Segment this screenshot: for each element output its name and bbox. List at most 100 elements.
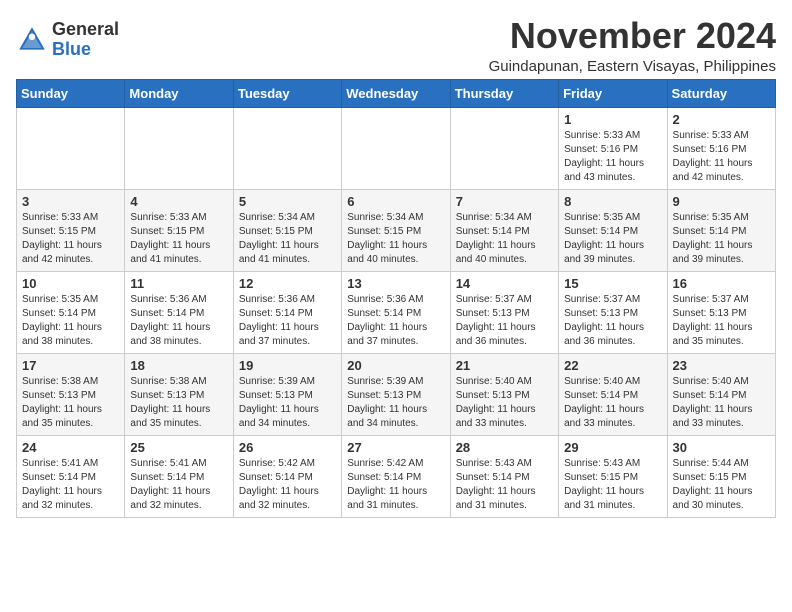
calendar-cell [450,107,558,189]
weekday-header-row: SundayMondayTuesdayWednesdayThursdayFrid… [17,79,776,107]
calendar-cell: 3Sunrise: 5:33 AM Sunset: 5:15 PM Daylig… [17,189,125,271]
calendar-cell: 27Sunrise: 5:42 AM Sunset: 5:14 PM Dayli… [342,435,450,517]
day-info: Sunrise: 5:38 AM Sunset: 5:13 PM Dayligh… [22,375,119,431]
day-info: Sunrise: 5:44 AM Sunset: 5:15 PM Dayligh… [673,457,770,513]
day-number: 9 [673,194,770,209]
calendar-cell [125,107,233,189]
day-number: 11 [130,276,227,291]
day-number: 26 [239,440,336,455]
day-number: 21 [456,358,553,373]
calendar-cell: 19 Sunrise: 5:39 AM Sunset: 5:13 PM Dayli… [233,353,341,435]
day-number: 13 [347,276,444,291]
day-number: 14 [456,276,553,291]
day-number: 20 [347,358,444,373]
logo: General Blue [16,20,119,60]
weekday-header-friday: Friday [559,79,667,107]
day-number: 25 [130,440,227,455]
day-number: 16 [673,276,770,291]
calendar-cell: 17 Sunrise: 5:38 AM Sunset: 5:13 PM Dayli… [17,353,125,435]
day-info: Sunrise: 5:37 AM Sunset: 5:13 PM Dayligh… [564,293,661,349]
day-info: Sunrise: 5:33 AM Sunset: 5:16 PM Dayligh… [564,129,661,185]
calendar-cell: 5Sunrise: 5:34 AM Sunset: 5:15 PM Daylig… [233,189,341,271]
calendar-cell: 29 Sunrise: 5:43 AM Sunset: 5:15 PM Dayli… [559,435,667,517]
logo-general: General [52,19,119,39]
day-info: Sunrise: 5:40 AM Sunset: 5:13 PM Dayligh… [456,375,553,431]
logo-blue: Blue [52,39,91,59]
day-info: Sunrise: 5:35 AM Sunset: 5:14 PM Dayligh… [564,211,661,267]
day-number: 30 [673,440,770,455]
weekday-header-tuesday: Tuesday [233,79,341,107]
day-number: 23 [673,358,770,373]
day-info: Sunrise: 5:35 AM Sunset: 5:14 PM Dayligh… [673,211,770,267]
calendar-cell: 18Sunrise: 5:38 AM Sunset: 5:13 PM Dayli… [125,353,233,435]
day-number: 7 [456,194,553,209]
calendar-cell: 6Sunrise: 5:34 AM Sunset: 5:15 PM Daylig… [342,189,450,271]
week-row-1: 1 Sunrise: 5:33 AM Sunset: 5:16 PM Daylig… [17,107,776,189]
week-row-4: 17 Sunrise: 5:38 AM Sunset: 5:13 PM Dayli… [17,353,776,435]
day-info: Sunrise: 5:43 AM Sunset: 5:14 PM Dayligh… [456,457,553,513]
calendar-cell: 10Sunrise: 5:35 AM Sunset: 5:14 PM Dayli… [17,271,125,353]
calendar-cell: 25 Sunrise: 5:41 AM Sunset: 5:14 PM Dayli… [125,435,233,517]
calendar-cell: 22 Sunrise: 5:40 AM Sunset: 5:14 PM Dayli… [559,353,667,435]
header: General Blue November 2024 Guindapunan, … [16,16,776,75]
calendar-cell: 11 Sunrise: 5:36 AM Sunset: 5:14 PM Dayli… [125,271,233,353]
day-info: Sunrise: 5:43 AM Sunset: 5:15 PM Dayligh… [564,457,661,513]
day-info: Sunrise: 5:40 AM Sunset: 5:14 PM Dayligh… [564,375,661,431]
calendar-cell: 28Sunrise: 5:43 AM Sunset: 5:14 PM Dayli… [450,435,558,517]
weekday-header-thursday: Thursday [450,79,558,107]
day-info: Sunrise: 5:39 AM Sunset: 5:13 PM Dayligh… [239,375,336,431]
calendar-cell: 20 Sunrise: 5:39 AM Sunset: 5:13 PM Dayli… [342,353,450,435]
day-number: 17 [22,358,119,373]
day-info: Sunrise: 5:36 AM Sunset: 5:14 PM Dayligh… [239,293,336,349]
day-number: 4 [130,194,227,209]
weekday-header-wednesday: Wednesday [342,79,450,107]
day-number: 10 [22,276,119,291]
day-info: Sunrise: 5:33 AM Sunset: 5:16 PM Dayligh… [673,129,770,185]
day-info: Sunrise: 5:36 AM Sunset: 5:14 PM Dayligh… [130,293,227,349]
day-info: Sunrise: 5:39 AM Sunset: 5:13 PM Dayligh… [347,375,444,431]
day-number: 8 [564,194,661,209]
day-number: 6 [347,194,444,209]
location-subtitle: Guindapunan, Eastern Visayas, Philippine… [489,58,776,75]
day-info: Sunrise: 5:33 AM Sunset: 5:15 PM Dayligh… [130,211,227,267]
day-info: Sunrise: 5:33 AM Sunset: 5:15 PM Dayligh… [22,211,119,267]
calendar-table: SundayMondayTuesdayWednesdayThursdayFrid… [16,79,776,518]
calendar-cell: 7 Sunrise: 5:34 AM Sunset: 5:14 PM Daylig… [450,189,558,271]
day-info: Sunrise: 5:36 AM Sunset: 5:14 PM Dayligh… [347,293,444,349]
weekday-header-monday: Monday [125,79,233,107]
calendar-cell [342,107,450,189]
day-info: Sunrise: 5:34 AM Sunset: 5:14 PM Dayligh… [456,211,553,267]
day-number: 18 [130,358,227,373]
calendar-cell: 23Sunrise: 5:40 AM Sunset: 5:14 PM Dayli… [667,353,775,435]
calendar-cell: 2Sunrise: 5:33 AM Sunset: 5:16 PM Daylig… [667,107,775,189]
day-info: Sunrise: 5:34 AM Sunset: 5:15 PM Dayligh… [239,211,336,267]
calendar-cell: 15Sunrise: 5:37 AM Sunset: 5:13 PM Dayli… [559,271,667,353]
calendar-cell [17,107,125,189]
weekday-header-sunday: Sunday [17,79,125,107]
day-info: Sunrise: 5:37 AM Sunset: 5:13 PM Dayligh… [456,293,553,349]
week-row-3: 10Sunrise: 5:35 AM Sunset: 5:14 PM Dayli… [17,271,776,353]
calendar-cell: 26Sunrise: 5:42 AM Sunset: 5:14 PM Dayli… [233,435,341,517]
month-title: November 2024 [489,16,776,56]
calendar-cell: 12Sunrise: 5:36 AM Sunset: 5:14 PM Dayli… [233,271,341,353]
calendar-cell: 16Sunrise: 5:37 AM Sunset: 5:13 PM Dayli… [667,271,775,353]
title-area: November 2024 Guindapunan, Eastern Visay… [489,16,776,75]
weekday-header-saturday: Saturday [667,79,775,107]
calendar-cell: 21 Sunrise: 5:40 AM Sunset: 5:13 PM Dayli… [450,353,558,435]
week-row-5: 24Sunrise: 5:41 AM Sunset: 5:14 PM Dayli… [17,435,776,517]
day-number: 19 [239,358,336,373]
calendar-header: SundayMondayTuesdayWednesdayThursdayFrid… [17,79,776,107]
calendar-cell: 14 Sunrise: 5:37 AM Sunset: 5:13 PM Dayli… [450,271,558,353]
calendar-cell: 9 Sunrise: 5:35 AM Sunset: 5:14 PM Daylig… [667,189,775,271]
logo-text: General Blue [52,20,119,60]
calendar-cell: 1 Sunrise: 5:33 AM Sunset: 5:16 PM Daylig… [559,107,667,189]
calendar-cell: 13 Sunrise: 5:36 AM Sunset: 5:14 PM Dayli… [342,271,450,353]
calendar-body: 1 Sunrise: 5:33 AM Sunset: 5:16 PM Daylig… [17,107,776,517]
calendar-cell: 30 Sunrise: 5:44 AM Sunset: 5:15 PM Dayli… [667,435,775,517]
day-info: Sunrise: 5:41 AM Sunset: 5:14 PM Dayligh… [130,457,227,513]
calendar-cell: 8 Sunrise: 5:35 AM Sunset: 5:14 PM Daylig… [559,189,667,271]
logo-icon [16,24,48,56]
day-number: 22 [564,358,661,373]
day-number: 1 [564,112,661,127]
day-number: 29 [564,440,661,455]
